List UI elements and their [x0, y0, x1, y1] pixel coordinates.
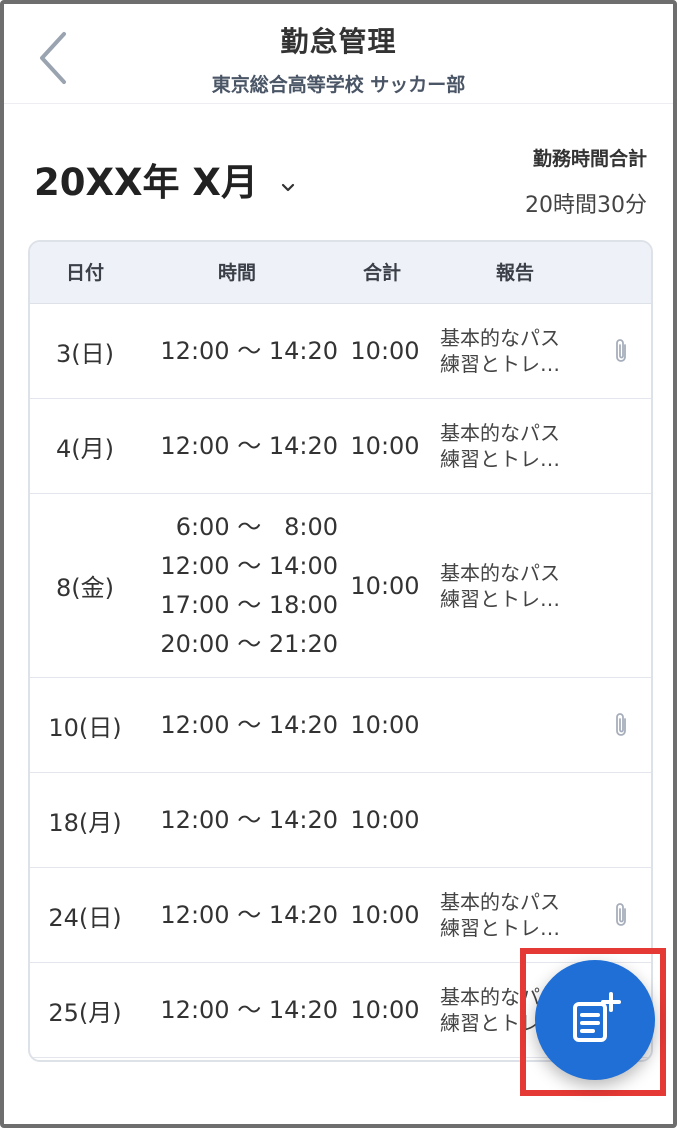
row-times: 12:00 ～ 14:20 — [142, 399, 338, 493]
paperclip-icon[interactable] — [609, 304, 633, 398]
row-times: 6:00 ～ 8:00 12:00 ～ 14:00 17:00 ～ 18:00 20:… — [142, 494, 338, 677]
time-range: 20:00 ～ 21:20 — [160, 629, 338, 658]
row-date: 25(月) — [48, 998, 122, 1027]
report-text-line: 練習とトレ… — [440, 352, 560, 376]
table-row[interactable]: 3(日) 12:00 ～ 14:20 10:00 基本的なパス 練習とトレ… — [30, 304, 651, 399]
row-date: 3(日) — [56, 339, 114, 368]
row-total: 10:00 — [350, 432, 420, 460]
month-label: 20XX年 X月 — [34, 161, 258, 204]
time-range: 12:00 ～ 14:00 — [160, 551, 338, 580]
row-date: 24(日) — [48, 903, 122, 932]
row-date: 18(月) — [48, 808, 122, 837]
row-total: 10:00 — [350, 337, 420, 365]
table-header: 日付 時間 合計 報告 — [30, 242, 651, 304]
time-range: 12:00 ～ 14:20 — [160, 900, 338, 929]
row-times: 12:00 ～ 14:20 — [142, 773, 338, 867]
column-header-report: 報告 — [495, 262, 534, 284]
report-text-line: 練習とトレ… — [440, 586, 560, 611]
time-range: 17:00 ～ 18:00 — [160, 590, 338, 619]
table-row[interactable]: 10(日) 12:00 ～ 14:20 10:00 — [30, 678, 651, 773]
report-text-line: 基本的なパス — [440, 326, 560, 350]
table-row[interactable]: 18(月) 12:00 ～ 14:20 10:00 — [30, 773, 651, 868]
row-times: 12:00 ～ 14:20 — [142, 678, 338, 772]
time-range: 12:00 ～ 14:20 — [160, 995, 338, 1024]
add-record-button[interactable] — [535, 960, 655, 1080]
row-report: 基本的なパス 練習とトレ… — [440, 399, 592, 493]
total-hours-label: 勤務時間合計 — [532, 148, 647, 170]
app-header: 勤怠管理 東京総合高等学校 サッカー部 — [4, 4, 673, 104]
time-range: 12:00 ～ 14:20 — [160, 431, 338, 460]
row-times: 12:00 ～ 14:20 — [142, 868, 338, 962]
row-date: 8(金) — [56, 574, 114, 602]
table-row[interactable]: 4(月) 12:00 ～ 14:20 10:00 基本的なパス 練習とトレ… — [30, 399, 651, 494]
paperclip-icon[interactable] — [609, 678, 633, 772]
attendance-table: 日付 時間 合計 報告 3(日) 12:00 ～ 14:20 10:00 基本的なパス… — [28, 240, 653, 1062]
total-hours-value: 20時間30分 — [525, 193, 647, 218]
time-range: 6:00 ～ 8:00 — [175, 512, 338, 541]
row-times: 12:00 ～ 14:20 — [142, 963, 338, 1057]
page-title: 勤怠管理 — [280, 25, 397, 58]
report-text-line: 練習とトレ… — [440, 447, 560, 471]
row-report — [440, 773, 592, 867]
table-row[interactable]: 8(金) 6:00 ～ 8:00 12:00 ～ 14:00 17:00 ～ 18:0… — [30, 494, 651, 678]
column-header-total: 合計 — [362, 262, 401, 284]
app-frame: 勤怠管理 東京総合高等学校 サッカー部 20XX年 X月 勤務時間合計 20時間… — [0, 0, 677, 1128]
month-selector[interactable]: 20XX年 X月 — [34, 152, 296, 206]
chevron-down-icon — [280, 160, 296, 203]
note-add-icon — [573, 992, 621, 1042]
row-total: 10:00 — [350, 901, 420, 929]
report-text-line: 基本的なパス — [440, 421, 560, 445]
row-report: 基本的なパス 練習とトレ… — [440, 304, 592, 398]
row-date: 4(月) — [56, 434, 114, 463]
column-header-date: 日付 — [65, 262, 104, 284]
time-range: 12:00 ～ 14:20 — [160, 336, 338, 365]
column-header-time: 時間 — [217, 262, 256, 284]
row-report — [440, 678, 592, 772]
row-total: 10:00 — [350, 571, 420, 600]
row-date: 10(日) — [48, 713, 122, 742]
page-subtitle: 東京総合高等学校 サッカー部 — [211, 74, 466, 96]
total-hours-summary: 勤務時間合計 20時間30分 — [525, 144, 647, 219]
row-times: 12:00 ～ 14:20 — [142, 304, 338, 398]
row-report: 基本的なパス 練習とトレ… — [440, 494, 592, 677]
report-text-line: 基本的なパス — [440, 890, 560, 914]
time-range: 12:00 ～ 14:20 — [160, 805, 338, 834]
table-body: 3(日) 12:00 ～ 14:20 10:00 基本的なパス 練習とトレ… 4(月) 12… — [30, 304, 651, 1058]
report-text-line: 練習とトレ… — [440, 916, 560, 940]
row-total: 10:00 — [350, 806, 420, 834]
row-total: 10:00 — [350, 711, 420, 739]
report-text-line: 基本的なパス — [440, 560, 560, 585]
time-range: 12:00 ～ 14:20 — [160, 710, 338, 739]
row-total: 10:00 — [350, 996, 420, 1024]
